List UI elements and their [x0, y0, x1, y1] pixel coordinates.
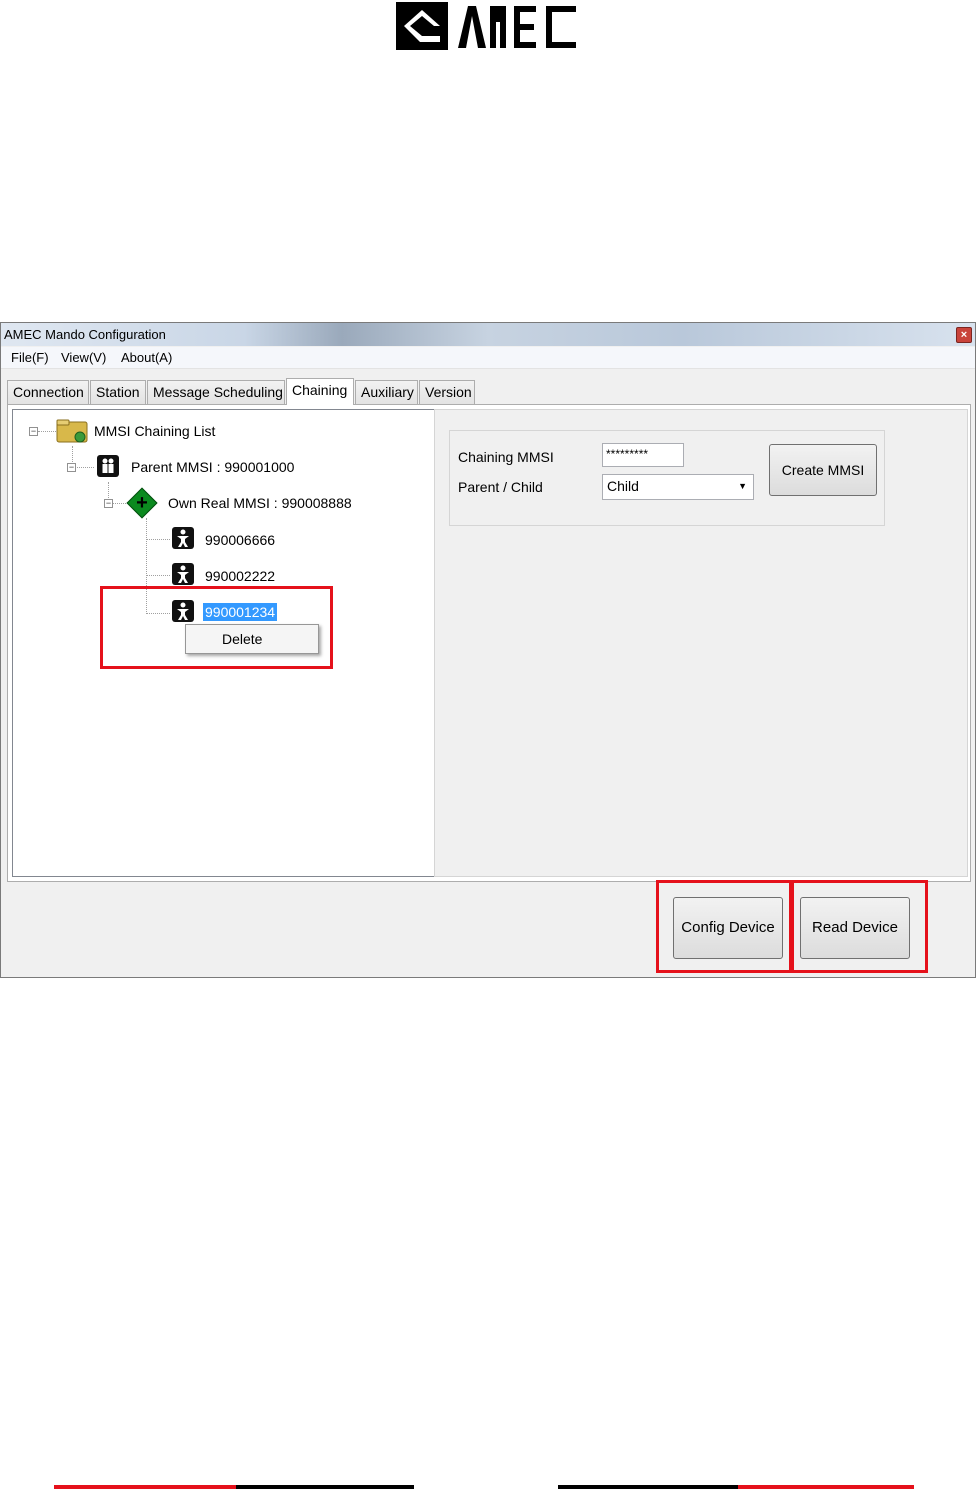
menu-file[interactable]: File(F)	[11, 347, 49, 369]
folder-icon	[56, 419, 88, 448]
tab-connection[interactable]: Connection	[7, 380, 89, 404]
chaining-mmsi-label: Chaining MMSI	[458, 449, 554, 465]
person-icon-glyph	[177, 565, 189, 583]
tree-connector	[74, 467, 94, 468]
person-icon-glyph	[177, 529, 189, 547]
app-window: AMEC Mando Configuration × File(F) View(…	[0, 322, 976, 978]
close-button[interactable]: ×	[956, 327, 972, 343]
chaining-panel: − MMSI Chaining List − Parent MMSI : 990…	[7, 404, 971, 882]
amec-logo-image	[396, 2, 576, 50]
amec-logo	[396, 2, 580, 50]
group-icon-glyph	[102, 458, 114, 473]
plus-glyph: +	[136, 492, 148, 514]
collapse-icon[interactable]: −	[104, 499, 113, 508]
footer-line-red	[54, 1485, 236, 1489]
parent-child-select[interactable]: Child ▼	[602, 474, 754, 500]
tab-station[interactable]: Station	[90, 380, 146, 404]
tree-root-label[interactable]: MMSI Chaining List	[94, 422, 215, 440]
tree-parent-label[interactable]: Parent MMSI : 990001000	[131, 458, 294, 476]
person-icon	[172, 527, 194, 549]
title-bar: AMEC Mando Configuration ×	[1, 323, 975, 346]
tree-connector	[38, 431, 56, 432]
tab-version[interactable]: Version	[419, 380, 475, 404]
highlight-box-config	[656, 880, 792, 973]
parent-child-value: Child	[607, 478, 639, 494]
green-plus-diamond-icon: +	[126, 487, 158, 519]
chaining-groupbox: Chaining MMSI ********* Parent / Child C…	[449, 430, 885, 526]
highlight-box-read	[791, 880, 928, 973]
person-icon	[172, 563, 194, 585]
footer-line-red	[738, 1485, 914, 1489]
tree-own-label[interactable]: Own Real MMSI : 990008888	[168, 494, 352, 512]
menu-view[interactable]: View(V)	[61, 347, 106, 369]
menu-about[interactable]: About(A)	[121, 347, 172, 369]
parent-child-label: Parent / Child	[458, 479, 543, 495]
tree-connector	[146, 539, 170, 540]
menu-bar: File(F) View(V) About(A)	[1, 347, 975, 369]
chevron-down-icon: ▼	[738, 481, 747, 491]
create-mmsi-button[interactable]: Create MMSI	[769, 444, 877, 496]
chaining-form-panel: Chaining MMSI ********* Parent / Child C…	[434, 409, 968, 877]
tree-child-label[interactable]: 990002222	[205, 567, 275, 585]
mmsi-tree[interactable]: − MMSI Chaining List − Parent MMSI : 990…	[12, 409, 435, 877]
chaining-mmsi-input[interactable]: *********	[602, 443, 684, 467]
tree-child-label[interactable]: 990006666	[205, 531, 275, 549]
highlight-box-delete	[100, 586, 333, 669]
tab-message-scheduling[interactable]: Message Scheduling	[147, 380, 285, 404]
window-title: AMEC Mando Configuration	[4, 327, 166, 342]
footer-line-black	[558, 1485, 738, 1489]
bottom-button-area: Config Device Read Device	[1, 880, 975, 977]
tab-chaining[interactable]: Chaining	[286, 378, 354, 405]
collapse-icon[interactable]: −	[29, 427, 38, 436]
footer-line-black	[236, 1485, 414, 1489]
tab-auxiliary[interactable]: Auxiliary	[355, 380, 418, 404]
collapse-icon[interactable]: −	[67, 463, 76, 472]
group-icon	[97, 455, 119, 477]
folder-icon-glyph	[56, 419, 88, 443]
tree-connector	[146, 575, 170, 576]
